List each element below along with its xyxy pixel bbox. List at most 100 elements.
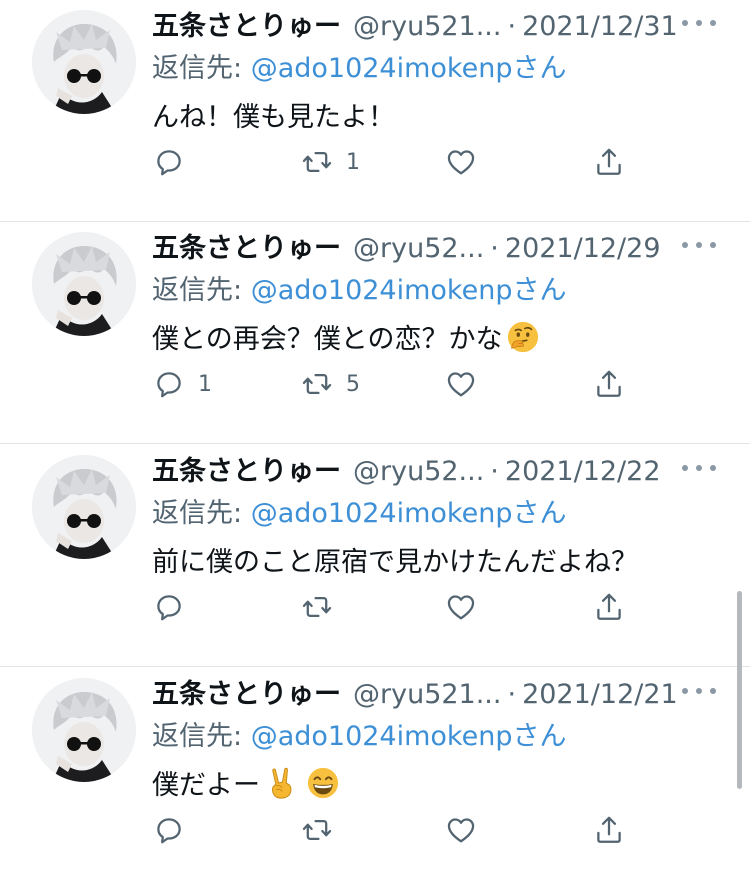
tweet-date[interactable]: 2021/12/31: [522, 11, 678, 42]
tweet-header: 五条さとりゅー @ryu521... · 2021/12/31: [152, 4, 678, 44]
separator-dot: ·: [507, 11, 517, 42]
separator-dot: ·: [490, 456, 499, 487]
display-name[interactable]: 五条さとりゅー: [152, 226, 341, 265]
tweet-header: 五条さとりゅー @ryu521... · 2021/12/21: [152, 672, 678, 712]
retweet-button[interactable]: 1: [300, 142, 360, 182]
tweet-text-body: 僕との再会？僕との恋？かな: [152, 324, 503, 355]
display-name[interactable]: 五条さとりゅー: [152, 4, 341, 43]
tweet-text-body: 前に僕のこと原宿で見かけたんだよね？: [152, 547, 638, 578]
victory-hand-emoji: [264, 766, 298, 800]
action-bar: [152, 587, 642, 627]
thinking-face-emoji: [506, 320, 540, 354]
reply-icon: [152, 813, 186, 847]
reply-button[interactable]: [152, 810, 198, 850]
reply-icon: [152, 590, 186, 624]
heart-icon: [444, 813, 478, 847]
user-handle[interactable]: @ryu521...: [353, 11, 501, 42]
heart-icon: [444, 367, 478, 401]
more-icon[interactable]: [682, 465, 716, 475]
share-icon: [592, 145, 626, 179]
tweet-header: 五条さとりゅー @ryu52... · 2021/12/29: [152, 226, 661, 266]
tweet[interactable]: 五条さとりゅー @ryu52... · 2021/12/29 返信先: @ado…: [0, 222, 750, 444]
reply-mention-link[interactable]: @ado1024imokenp: [251, 53, 513, 84]
reply-suffix: さん: [512, 721, 567, 752]
replying-to: 返信先: @ado1024imokenpさん: [152, 268, 566, 307]
heart-icon: [444, 590, 478, 624]
share-icon: [592, 367, 626, 401]
reply-button[interactable]: [152, 587, 198, 627]
retweet-icon: [300, 145, 334, 179]
reply-prefix: 返信先:: [152, 53, 251, 84]
reply-prefix: 返信先:: [152, 498, 251, 529]
tweet-divider: [0, 443, 750, 444]
retweet-count: 1: [346, 149, 360, 175]
display-name[interactable]: 五条さとりゅー: [152, 449, 341, 488]
avatar[interactable]: [32, 232, 136, 336]
reply-suffix: さん: [512, 498, 567, 529]
grinning-face-emoji: [306, 766, 340, 800]
tweet-text: んね！僕も見たよ！: [152, 95, 395, 134]
replying-to: 返信先: @ado1024imokenpさん: [152, 714, 566, 753]
user-handle[interactable]: @ryu52...: [353, 456, 484, 487]
reply-suffix: さん: [512, 53, 567, 84]
retweet-button[interactable]: [300, 587, 346, 627]
reply-icon: [152, 145, 186, 179]
tweet-date[interactable]: 2021/12/22: [505, 456, 661, 487]
reply-prefix: 返信先:: [152, 721, 251, 752]
share-button[interactable]: [592, 142, 626, 182]
tweet-date[interactable]: 2021/12/29: [505, 233, 661, 264]
action-bar: [152, 810, 642, 850]
reply-prefix: 返信先:: [152, 275, 251, 306]
tweet-header: 五条さとりゅー @ryu52... · 2021/12/22: [152, 449, 661, 489]
separator-dot: ·: [490, 233, 499, 264]
share-icon: [592, 813, 626, 847]
retweet-icon: [300, 367, 334, 401]
reply-icon: [152, 367, 186, 401]
tweet[interactable]: 五条さとりゅー @ryu521... · 2021/12/21 返信先: @ad…: [0, 668, 750, 890]
tweet-text: 僕だよー: [152, 763, 340, 802]
tweet[interactable]: 五条さとりゅー @ryu52... · 2021/12/22 返信先: @ado…: [0, 445, 750, 667]
reply-count: 1: [198, 371, 212, 397]
separator-dot: ·: [507, 679, 517, 710]
tweet-date[interactable]: 2021/12/21: [522, 679, 678, 710]
user-handle[interactable]: @ryu52...: [353, 233, 484, 264]
share-icon: [592, 590, 626, 624]
tweet-text-body: 僕だよー: [152, 770, 260, 801]
like-button[interactable]: [444, 587, 478, 627]
retweet-icon: [300, 590, 334, 624]
more-icon[interactable]: [682, 20, 716, 30]
reply-suffix: さん: [512, 275, 567, 306]
tweet-text: 前に僕のこと原宿で見かけたんだよね？: [152, 540, 638, 579]
avatar[interactable]: [32, 678, 136, 782]
retweet-count: 5: [346, 371, 360, 397]
retweet-button[interactable]: [300, 810, 346, 850]
tweet-text: 僕との再会？僕との恋？かな: [152, 317, 540, 356]
like-button[interactable]: [444, 364, 478, 404]
tweet[interactable]: 五条さとりゅー @ryu521... · 2021/12/31 返信先: @ad…: [0, 0, 750, 222]
more-icon[interactable]: [682, 688, 716, 698]
replying-to: 返信先: @ado1024imokenpさん: [152, 491, 566, 530]
replying-to: 返信先: @ado1024imokenpさん: [152, 46, 566, 85]
share-button[interactable]: [592, 810, 626, 850]
reply-mention-link[interactable]: @ado1024imokenp: [251, 275, 513, 306]
heart-icon: [444, 145, 478, 179]
share-button[interactable]: [592, 364, 626, 404]
like-button[interactable]: [444, 142, 478, 182]
reply-mention-link[interactable]: @ado1024imokenp: [251, 498, 513, 529]
scrollbar[interactable]: [737, 591, 742, 789]
avatar[interactable]: [32, 455, 136, 559]
more-icon[interactable]: [682, 242, 716, 252]
user-handle[interactable]: @ryu521...: [353, 679, 501, 710]
like-button[interactable]: [444, 810, 478, 850]
action-bar: 1: [152, 142, 642, 182]
avatar[interactable]: [32, 10, 136, 114]
display-name[interactable]: 五条さとりゅー: [152, 672, 341, 711]
reply-mention-link[interactable]: @ado1024imokenp: [251, 721, 513, 752]
reply-button[interactable]: [152, 142, 198, 182]
action-bar: 1 5: [152, 364, 642, 404]
retweet-icon: [300, 813, 334, 847]
share-button[interactable]: [592, 587, 626, 627]
retweet-button[interactable]: 5: [300, 364, 360, 404]
tweet-text-body: んね！僕も見たよ！: [152, 102, 395, 133]
reply-button[interactable]: 1: [152, 364, 212, 404]
